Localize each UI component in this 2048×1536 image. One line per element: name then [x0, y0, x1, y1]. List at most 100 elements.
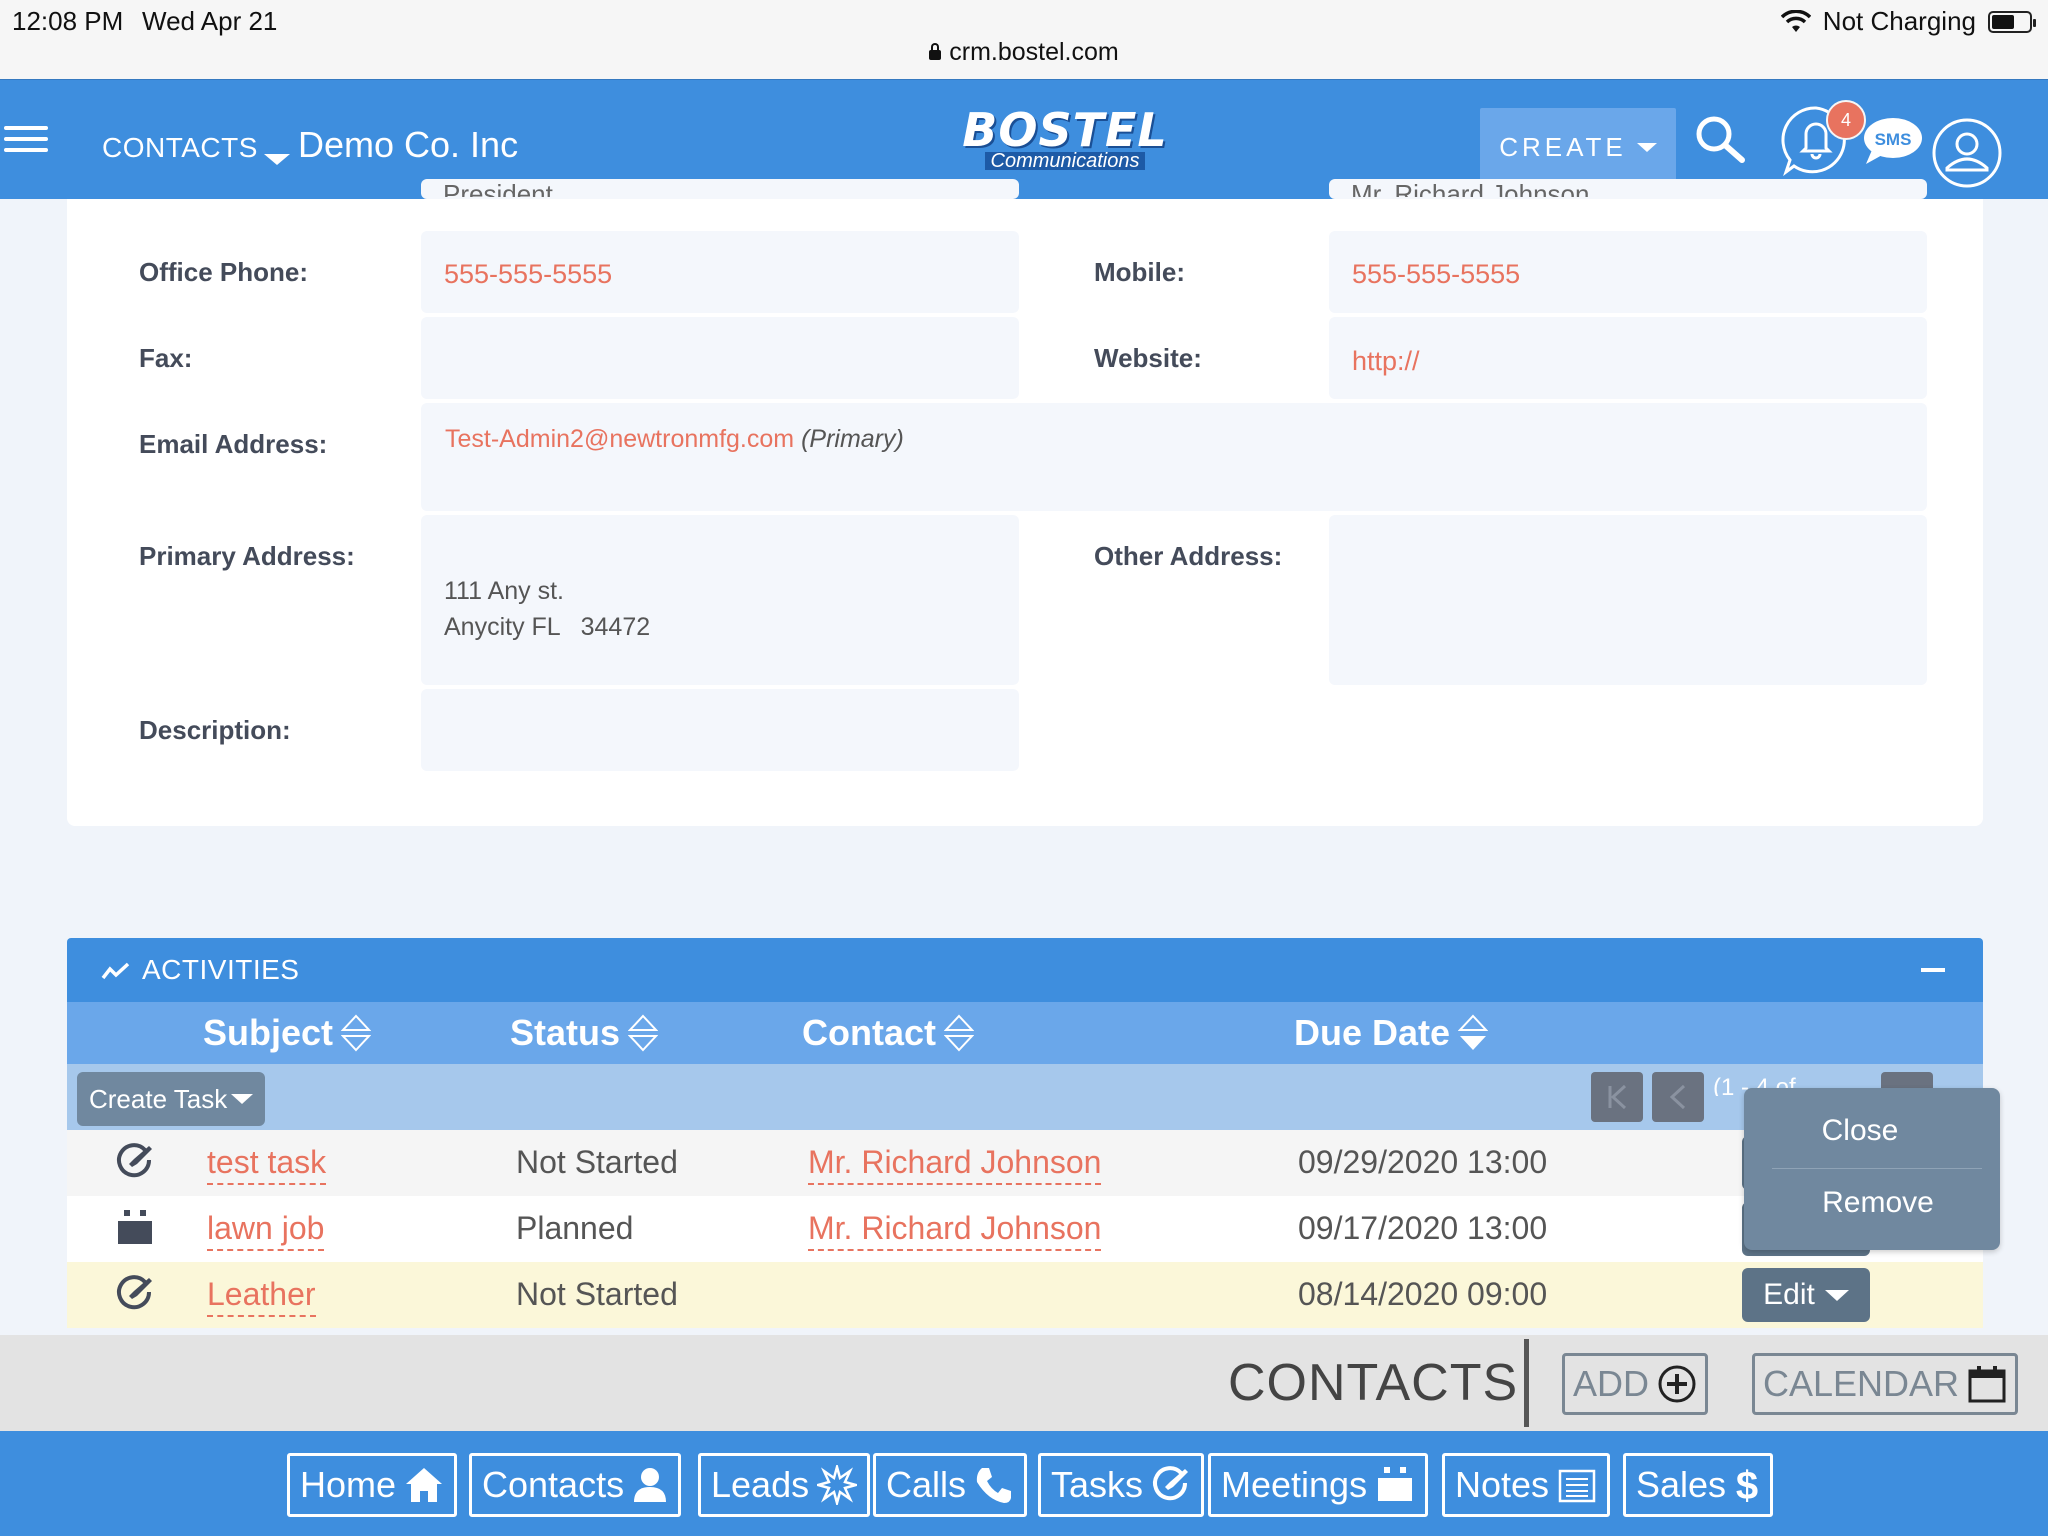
column-subject[interactable]: Subject — [203, 1012, 372, 1054]
activities-header[interactable]: ACTIVITIES — [67, 938, 1983, 1002]
website-value[interactable]: http:// — [1352, 346, 1420, 377]
tab-tasks-label: Tasks — [1051, 1464, 1144, 1505]
activity-due-date: 08/14/2020 09:00 — [1298, 1276, 1548, 1312]
column-status[interactable]: Status — [510, 1012, 659, 1054]
notes-icon — [1558, 1469, 1596, 1503]
primary-address-line2: Anycity FL 34472 — [444, 613, 651, 641]
description-field — [421, 689, 1019, 771]
activity-chart-icon — [101, 962, 130, 980]
primary-address-label: Primary Address: — [139, 541, 355, 571]
activity-subject-link[interactable]: lawn job — [207, 1210, 325, 1251]
reports-to-value-cut: Mr. Richard Johnson — [1351, 179, 1590, 197]
person-icon — [634, 1468, 667, 1502]
sms-text: SMS — [1875, 130, 1912, 149]
tab-leads-label: Leads — [711, 1464, 810, 1505]
tab-calls-label: Calls — [886, 1464, 967, 1505]
tab-sales[interactable]: Sales $ — [1623, 1453, 1774, 1517]
user-icon[interactable] — [1930, 116, 2004, 190]
create-button[interactable]: CREATE — [1480, 108, 1676, 186]
home-icon — [406, 1468, 443, 1502]
sms-icon[interactable]: SMS — [1862, 116, 1924, 166]
logo-sub-text: Communications — [984, 151, 1146, 171]
tab-notes-label: Notes — [1455, 1464, 1550, 1505]
tab-home-label: Home — [300, 1464, 397, 1505]
table-row[interactable]: Leather Not Started 08/14/2020 09:00 Edi… — [67, 1262, 1983, 1328]
meeting-icon — [118, 1210, 152, 1244]
create-task-label: Create Task — [89, 1083, 228, 1114]
sort-icon — [944, 1014, 974, 1052]
add-label: ADD — [1573, 1363, 1650, 1404]
minimize-icon[interactable] — [1921, 968, 1945, 972]
office-phone-label: Office Phone: — [139, 257, 309, 287]
activity-contact-link[interactable]: Mr. Richard Johnson — [808, 1210, 1102, 1251]
activity-contact-link[interactable]: Mr. Richard Johnson — [808, 1144, 1102, 1185]
column-due-date[interactable]: Due Date — [1294, 1012, 1489, 1054]
url-bar[interactable]: crm.bostel.com — [0, 38, 2048, 67]
tab-leads[interactable]: Leads — [698, 1453, 871, 1517]
phone-icon — [976, 1468, 1012, 1503]
tab-sales-label: Sales — [1636, 1464, 1727, 1505]
calendar-label: CALENDAR — [1763, 1363, 1960, 1404]
tab-contacts[interactable]: Contacts — [469, 1453, 682, 1517]
notification-badge: 4 — [1826, 100, 1866, 140]
activity-subject-link[interactable]: test task — [207, 1144, 327, 1185]
chevron-down-icon — [1636, 142, 1657, 152]
create-label: CREATE — [1499, 131, 1627, 162]
tab-calls[interactable]: Calls — [873, 1453, 1028, 1517]
menu-item-close[interactable]: Close — [1732, 1114, 1988, 1148]
first-page-button[interactable] — [1591, 1072, 1643, 1122]
create-task-button[interactable]: Create Task — [77, 1072, 266, 1126]
fax-label: Fax: — [139, 343, 193, 373]
tab-meetings[interactable]: Meetings — [1208, 1453, 1429, 1517]
calendar-icon — [1968, 1366, 2006, 1403]
activity-status: Not Started — [516, 1144, 678, 1180]
column-due-date-label: Due Date — [1294, 1012, 1451, 1053]
module-title: CONTACTS — [1228, 1354, 1519, 1412]
record-title: Demo Co. Inc — [298, 124, 519, 165]
bostel-logo[interactable]: BOSTEL Communications — [950, 107, 1180, 178]
meeting-icon — [1378, 1467, 1413, 1501]
divider — [1524, 1339, 1529, 1427]
column-contact[interactable]: Contact — [802, 1012, 974, 1054]
tab-notes[interactable]: Notes — [1442, 1453, 1611, 1517]
email-link[interactable]: Test-Admin2@newtronmfg.com — [445, 425, 794, 453]
module-dropdown[interactable]: CONTACTS — [102, 132, 290, 165]
mobile-label: Mobile: — [1094, 257, 1185, 287]
tab-meetings-label: Meetings — [1221, 1464, 1368, 1505]
chevron-left-icon — [1669, 1084, 1686, 1110]
sort-icon — [341, 1014, 372, 1052]
email-field — [421, 403, 1927, 511]
add-button[interactable]: ADD — [1562, 1353, 1709, 1415]
calendar-button[interactable]: CALENDAR — [1752, 1353, 2019, 1415]
dollar-icon: $ — [1736, 1464, 1758, 1507]
prev-page-button[interactable] — [1652, 1072, 1704, 1122]
first-page-icon — [1608, 1084, 1627, 1110]
task-icon — [117, 1275, 152, 1310]
tab-home[interactable]: Home — [287, 1453, 458, 1517]
office-phone-value[interactable]: 555-555-5555 — [444, 259, 612, 290]
activity-status: Planned — [516, 1210, 634, 1246]
plus-circle-icon — [1658, 1365, 1696, 1403]
search-icon[interactable] — [1694, 114, 1746, 166]
edit-label: Edit — [1763, 1278, 1815, 1311]
task-icon — [117, 1143, 152, 1178]
chevron-down-icon — [231, 1094, 254, 1104]
edit-button[interactable]: Edit — [1742, 1268, 1870, 1322]
menu-icon[interactable] — [4, 126, 48, 152]
table-row[interactable]: test task Not Started Mr. Richard Johnso… — [67, 1130, 1983, 1196]
chevron-down-icon — [1824, 1289, 1849, 1301]
status-bar: 12:08 PM Wed Apr 21 Not Charging crm.bos… — [0, 0, 2048, 80]
activity-status: Not Started — [516, 1276, 678, 1312]
fax-field — [421, 317, 1019, 399]
status-time: 12:08 PM — [12, 6, 124, 36]
task-icon — [1153, 1466, 1189, 1501]
lock-icon — [929, 43, 942, 60]
battery-status: Not Charging — [1822, 6, 1976, 36]
tab-tasks[interactable]: Tasks — [1038, 1453, 1205, 1517]
mobile-value[interactable]: 555-555-5555 — [1352, 259, 1520, 290]
menu-item-remove[interactable]: Remove — [1750, 1186, 2006, 1220]
table-row[interactable]: lawn job Planned Mr. Richard Johnson 09/… — [67, 1196, 1983, 1262]
activity-subject-link[interactable]: Leather — [207, 1276, 316, 1317]
sort-desc-icon — [1458, 1014, 1489, 1050]
menu-divider — [1772, 1168, 1982, 1169]
